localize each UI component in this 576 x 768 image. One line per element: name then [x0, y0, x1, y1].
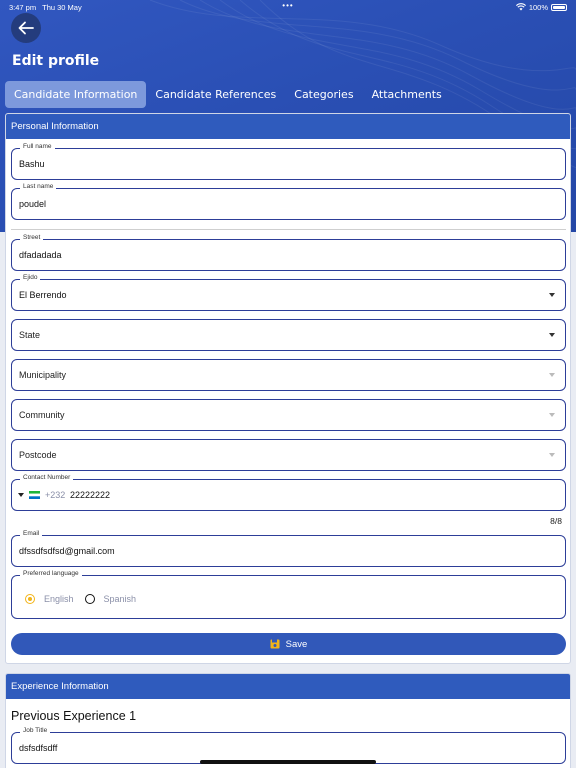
- street-field[interactable]: Street dfadadada: [11, 234, 566, 271]
- dial-code: +232: [45, 490, 66, 500]
- language-radio-row: English Spanish: [25, 594, 136, 604]
- page-title: Edit profile: [12, 53, 100, 69]
- email-label: Email: [20, 530, 43, 537]
- status-date: Thu 30 May: [42, 2, 82, 12]
- experience-information-heading: Experience Information: [6, 674, 570, 699]
- flag-icon[interactable]: [29, 491, 40, 499]
- tab-bar: Candidate Information Candidate Referenc…: [5, 81, 451, 108]
- previous-experience-title: Previous Experience 1: [11, 709, 137, 723]
- email-value: dfssdfsdfsd@gmail.com: [19, 546, 115, 556]
- full-name-label: Full name: [20, 143, 55, 150]
- tab-categories[interactable]: Categories: [285, 81, 362, 108]
- save-icon: [270, 639, 280, 649]
- country-dropdown-icon[interactable]: [18, 493, 24, 497]
- chevron-down-icon: [549, 373, 555, 377]
- radio-english[interactable]: [25, 594, 35, 604]
- chevron-down-icon: [549, 333, 555, 337]
- preferred-language-group: Preferred language English Spanish: [11, 570, 566, 619]
- radio-english-label[interactable]: English: [44, 594, 74, 604]
- save-label: Save: [285, 638, 308, 650]
- full-name-field[interactable]: Full name Bashu: [11, 143, 566, 180]
- last-name-field[interactable]: Last name poudel: [11, 183, 566, 220]
- preferred-language-label: Preferred language: [20, 570, 82, 577]
- contact-number-field[interactable]: Contact Number +232 22222222: [11, 474, 566, 511]
- email-field[interactable]: Email dfssdfsdfsd@gmail.com: [11, 530, 566, 567]
- street-value: dfadadada: [19, 250, 62, 260]
- municipality-select[interactable]: Municipality: [11, 359, 566, 391]
- back-button[interactable]: [11, 13, 41, 43]
- state-select[interactable]: State: [11, 319, 566, 351]
- personal-information-card: Personal Information Full name Bashu Las…: [5, 113, 571, 664]
- chevron-down-icon: [549, 293, 555, 297]
- ejido-value: El Berrendo: [19, 290, 67, 300]
- status-bar: 3:47 pm Thu 30 May ••• 100%: [0, 0, 576, 14]
- state-placeholder: State: [19, 330, 41, 340]
- ejido-select[interactable]: Ejido El Berrendo: [11, 274, 566, 311]
- municipality-placeholder: Municipality: [19, 370, 67, 380]
- character-counter: 8/8: [550, 516, 562, 526]
- experience-information-card: Experience Information Previous Experien…: [5, 673, 571, 768]
- contact-number-label: Contact Number: [20, 474, 74, 481]
- tab-candidate-information[interactable]: Candidate Information: [5, 81, 147, 108]
- home-indicator[interactable]: [200, 760, 376, 764]
- personal-information-heading: Personal Information: [6, 114, 570, 139]
- status-time: 3:47 pm: [9, 2, 37, 12]
- battery-icon: [551, 3, 567, 11]
- ejido-label: Ejido: [20, 274, 41, 281]
- tab-attachments[interactable]: Attachments: [363, 81, 451, 108]
- radio-spanish-label[interactable]: Spanish: [104, 594, 137, 604]
- chevron-down-icon: [549, 453, 555, 457]
- community-select[interactable]: Community: [11, 399, 566, 431]
- job-title-label: Job Title: [20, 727, 51, 734]
- contact-number-value: 22222222: [70, 490, 111, 500]
- community-placeholder: Community: [19, 410, 65, 420]
- street-label: Street: [20, 234, 44, 241]
- radio-spanish[interactable]: [84, 594, 95, 604]
- job-title-value: dsfsdfsdff: [19, 743, 58, 753]
- save-button[interactable]: Save: [11, 633, 566, 655]
- multitask-dots[interactable]: •••: [282, 1, 293, 10]
- full-name-value: Bashu: [19, 159, 45, 169]
- last-name-value: poudel: [19, 199, 47, 209]
- chevron-down-icon: [549, 413, 555, 417]
- battery-percent: 100%: [528, 2, 548, 12]
- tab-candidate-references[interactable]: Candidate References: [146, 81, 285, 108]
- postcode-select[interactable]: Postcode: [11, 439, 566, 471]
- last-name-label: Last name: [20, 183, 57, 190]
- arrow-left-icon: [18, 21, 34, 35]
- wifi-icon: [515, 3, 526, 11]
- section-divider: [11, 229, 566, 230]
- postcode-placeholder: Postcode: [19, 450, 57, 460]
